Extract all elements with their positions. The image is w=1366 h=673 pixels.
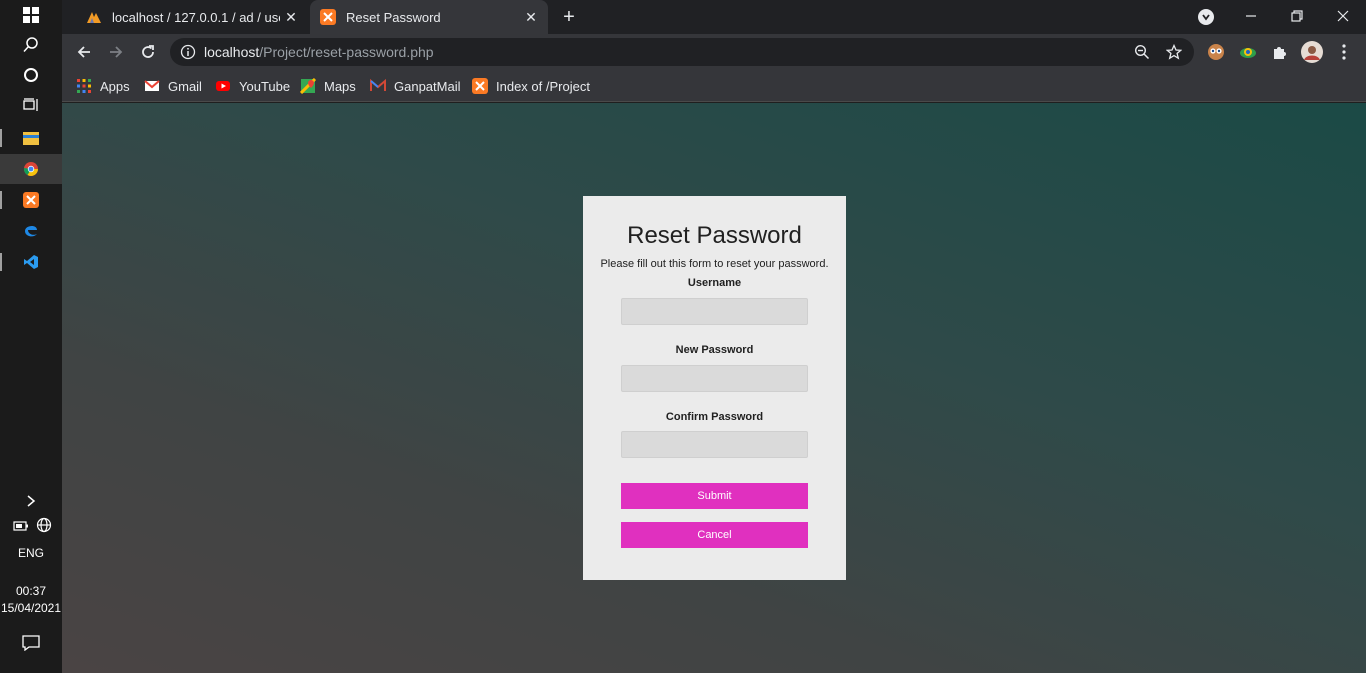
extension-colorful-icon[interactable]	[1238, 42, 1258, 62]
extension-owl-icon[interactable]	[1206, 42, 1226, 62]
bookmark-label: Maps	[324, 78, 356, 94]
cancel-button[interactable]: Cancel	[621, 522, 808, 548]
new-password-input[interactable]	[621, 365, 808, 392]
close-tab-icon[interactable]: ✕	[520, 9, 542, 26]
restore-button[interactable]	[1274, 0, 1320, 32]
show-hidden-icons-button[interactable]	[0, 486, 62, 516]
bookmark-maps[interactable]: Maps	[300, 76, 356, 96]
tab-search-icon[interactable]	[1198, 9, 1214, 25]
extensions-puzzle-icon[interactable]	[1270, 42, 1290, 62]
cortana-button[interactable]	[0, 60, 62, 90]
url-text[interactable]: localhost/Project/reset-password.php	[204, 44, 434, 60]
bookmark-label: Gmail	[168, 78, 202, 94]
bookmark-label: YouTube	[239, 78, 291, 94]
network-globe-icon[interactable]	[36, 517, 53, 539]
phpmyadmin-icon	[87, 12, 101, 23]
username-input[interactable]	[621, 298, 808, 325]
arrow-right-icon	[110, 46, 123, 58]
bookmark-apps[interactable]: Apps	[76, 76, 130, 96]
page-viewport: Reset Password Please fill out this form…	[62, 103, 1366, 673]
bookmark-ganpatmail[interactable]: GanpatMail	[370, 76, 460, 96]
xampp-icon	[472, 78, 488, 94]
taskbar-xampp[interactable]	[0, 185, 62, 215]
cortana-circle-icon	[24, 68, 38, 82]
arrow-left-icon	[77, 46, 90, 58]
youtube-icon	[216, 81, 230, 91]
bookmark-index-project[interactable]: Index of /Project	[472, 76, 590, 96]
taskbar-vscode[interactable]	[0, 247, 62, 277]
profile-avatar[interactable]	[1300, 40, 1324, 64]
back-button[interactable]	[70, 38, 98, 66]
xampp-icon	[320, 9, 336, 25]
maps-icon	[300, 78, 316, 94]
confirm-password-input[interactable]	[621, 431, 808, 458]
battery-icon[interactable]	[13, 519, 29, 537]
chevron-right-icon	[27, 495, 36, 507]
minimize-icon	[1246, 15, 1256, 17]
windows-logo-icon	[23, 7, 39, 23]
clock-time[interactable]: 00:37	[0, 584, 62, 598]
close-icon	[1337, 10, 1349, 22]
clock-date[interactable]: 15/04/2021	[0, 601, 62, 615]
restore-icon	[1291, 10, 1303, 22]
chrome-menu-icon[interactable]	[1334, 42, 1354, 62]
bookmark-label: Index of /Project	[496, 78, 590, 94]
bookmark-label: GanpatMail	[394, 78, 461, 94]
start-button[interactable]	[0, 0, 62, 30]
tab-phpmyadmin[interactable]: localhost / 127.0.0.1 / ad / user_l ✕	[76, 0, 308, 34]
search-icon	[23, 37, 38, 53]
taskbar-edge[interactable]	[0, 215, 62, 245]
address-bar[interactable]: localhost/Project/reset-password.php	[170, 38, 1194, 66]
edge-icon	[25, 225, 37, 237]
task-view-icon	[23, 98, 38, 111]
gmail-icon	[370, 78, 386, 91]
minimize-button[interactable]	[1228, 0, 1274, 32]
language-indicator[interactable]: ENG	[0, 546, 62, 560]
close-tab-icon[interactable]: ✕	[280, 9, 302, 26]
gmail-icon	[144, 80, 160, 91]
info-icon[interactable]	[180, 44, 196, 60]
folder-icon	[23, 132, 39, 145]
bookmark-gmail[interactable]: Gmail	[144, 76, 202, 96]
bookmark-star-icon[interactable]	[1166, 44, 1182, 60]
url-path: /Project/reset-password.php	[259, 44, 434, 60]
vscode-icon	[24, 255, 38, 269]
windows-taskbar: ENG 00:37 15/04/2021	[0, 0, 62, 673]
bookmark-label: Apps	[100, 78, 130, 94]
browser-toolbar: localhost/Project/reset-password.php	[62, 34, 1366, 70]
form-instructions: Please fill out this form to reset your …	[600, 258, 829, 270]
chrome-icon	[24, 162, 38, 176]
page-title: Reset Password	[627, 222, 802, 249]
tab-reset-password[interactable]: Reset Password ✕	[310, 0, 548, 34]
username-label: Username	[687, 277, 742, 289]
browser-tab-strip: localhost / 127.0.0.1 / ad / user_l ✕ Re…	[62, 0, 1366, 34]
forward-button[interactable]	[102, 38, 130, 66]
bookmark-youtube[interactable]: YouTube	[215, 76, 290, 96]
reload-button[interactable]	[134, 38, 162, 66]
bookmarks-bar: Apps Gmail YouTube Maps GanpatMail Index…	[62, 70, 1366, 102]
apps-grid-icon	[77, 79, 91, 93]
url-host: localhost	[204, 44, 260, 60]
tab-title: Reset Password	[346, 9, 441, 25]
taskbar-file-explorer[interactable]	[0, 123, 62, 153]
search-button[interactable]	[0, 30, 62, 60]
xampp-icon	[23, 192, 39, 208]
close-window-button[interactable]	[1320, 0, 1366, 32]
new-tab-button[interactable]: +	[558, 6, 580, 28]
reset-password-card: Reset Password Please fill out this form…	[583, 196, 846, 580]
confirm-password-label: Confirm Password	[665, 411, 764, 423]
submit-button[interactable]: Submit	[621, 483, 808, 509]
reload-icon	[142, 45, 154, 58]
notification-icon	[22, 635, 40, 651]
tab-title: localhost / 127.0.0.1 / ad / user_l	[112, 9, 280, 25]
new-password-label: New Password	[675, 344, 754, 356]
taskbar-chrome[interactable]	[0, 154, 62, 184]
action-center-button[interactable]	[0, 628, 62, 658]
task-view-button[interactable]	[0, 90, 62, 120]
zoom-out-icon[interactable]	[1134, 44, 1150, 60]
